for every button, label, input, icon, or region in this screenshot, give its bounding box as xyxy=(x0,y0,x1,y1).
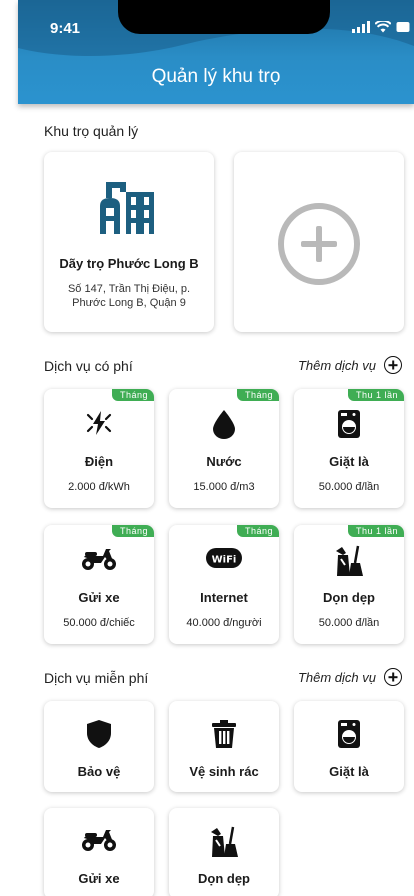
wifi-status-icon xyxy=(375,21,391,33)
service-name: Gửi xe xyxy=(78,590,120,605)
service-card-internet[interactable]: Tháng WiFi Internet 40.000 đ/người xyxy=(169,525,279,644)
service-name: Vệ sinh rác xyxy=(189,764,259,779)
billing-tag: Tháng xyxy=(111,525,154,537)
device-notch xyxy=(118,0,330,34)
app-header: 9:41 Quản lý khu trọ xyxy=(18,0,414,104)
property-address: Số 147, Trần Thị Điệu, p. Phước Long B, … xyxy=(67,283,191,309)
service-name: Giặt là xyxy=(329,764,369,779)
water-drop-icon xyxy=(213,410,235,439)
service-price: 50.000 đ/lần xyxy=(318,617,380,629)
shield-icon xyxy=(87,720,111,748)
service-card-water[interactable]: Tháng Nước 15.000 đ/m3 xyxy=(169,389,279,508)
add-property-card[interactable] xyxy=(234,152,404,332)
service-price: 15.000 đ/m3 xyxy=(193,481,255,493)
billing-tag: Tháng xyxy=(111,389,154,401)
add-icon xyxy=(384,356,402,374)
wifi-icon: WiFi xyxy=(206,548,242,568)
status-time: 9:41 xyxy=(50,20,81,37)
free-service-card-parking[interactable]: Gửi xe xyxy=(44,808,154,896)
signal-icon xyxy=(352,21,370,33)
service-price: 2.000 đ/kWh xyxy=(68,481,130,493)
add-service-label: Thêm dịch vụ xyxy=(297,669,376,685)
page-title: Quản lý khu trọ xyxy=(151,66,281,87)
motorbike-icon xyxy=(82,549,116,570)
service-price: 50.000 đ/lần xyxy=(318,481,380,493)
paid-services-title: Dịch vụ có phí xyxy=(44,358,133,374)
billing-tag: Tháng xyxy=(236,389,279,401)
properties-section-title: Khu trọ quản lý xyxy=(44,123,139,139)
service-name: Dọn dẹp xyxy=(198,871,250,886)
add-icon xyxy=(384,668,402,686)
free-service-card-trash[interactable]: Vệ sinh rác xyxy=(169,701,279,792)
battery-icon xyxy=(396,22,410,32)
trash-icon xyxy=(212,720,236,748)
cleaning-icon xyxy=(336,545,363,576)
motorbike-icon xyxy=(82,830,116,851)
washing-machine-icon xyxy=(338,720,360,748)
billing-tag: Tháng xyxy=(236,525,279,537)
property-card[interactable]: Dãy trọ Phước Long B Số 147, Trần Thị Đi… xyxy=(44,152,214,332)
service-name: Giặt là xyxy=(329,454,369,469)
building-icon xyxy=(100,182,154,234)
service-name: Bảo vệ xyxy=(77,764,121,779)
service-name: Gửi xe xyxy=(78,871,120,886)
washing-machine-icon xyxy=(338,410,360,438)
svg-text:WiFi: WiFi xyxy=(212,555,237,566)
service-card-electricity[interactable]: Tháng Điện 2.000 đ/kWh xyxy=(44,389,154,508)
cleaning-icon xyxy=(211,826,238,857)
service-price: 40.000 đ/người xyxy=(186,617,262,629)
service-name: Dọn dẹp xyxy=(323,590,375,605)
add-circle-icon xyxy=(278,203,360,285)
free-service-card-security[interactable]: Bảo vệ xyxy=(44,701,154,792)
free-services-title: Dịch vụ miễn phí xyxy=(44,670,149,686)
status-icons xyxy=(352,21,410,33)
add-paid-service-button[interactable]: Thêm dịch vụ xyxy=(298,356,402,374)
property-name: Dãy trọ Phước Long B xyxy=(59,256,199,271)
service-card-laundry[interactable]: Thu 1 lần Giặt là 50.000 đ/lần xyxy=(294,389,404,508)
service-card-parking[interactable]: Tháng Gửi xe 50.000 đ/chiếc xyxy=(44,525,154,644)
add-free-service-button[interactable]: Thêm dịch vụ xyxy=(298,668,402,686)
free-service-card-cleaning[interactable]: Dọn dẹp xyxy=(169,808,279,896)
electricity-icon xyxy=(86,411,112,435)
billing-tag: Thu 1 lần xyxy=(347,389,404,401)
add-service-label: Thêm dịch vụ xyxy=(297,357,376,373)
service-price: 50.000 đ/chiếc xyxy=(63,617,135,629)
service-card-cleaning[interactable]: Thu 1 lần Dọn dẹp 50.000 đ/lần xyxy=(294,525,404,644)
service-name: Điện xyxy=(84,454,114,469)
service-name: Nước xyxy=(206,454,242,469)
billing-tag: Thu 1 lần xyxy=(347,525,404,537)
free-service-card-laundry[interactable]: Giặt là xyxy=(294,701,404,792)
service-name: Internet xyxy=(200,590,248,605)
